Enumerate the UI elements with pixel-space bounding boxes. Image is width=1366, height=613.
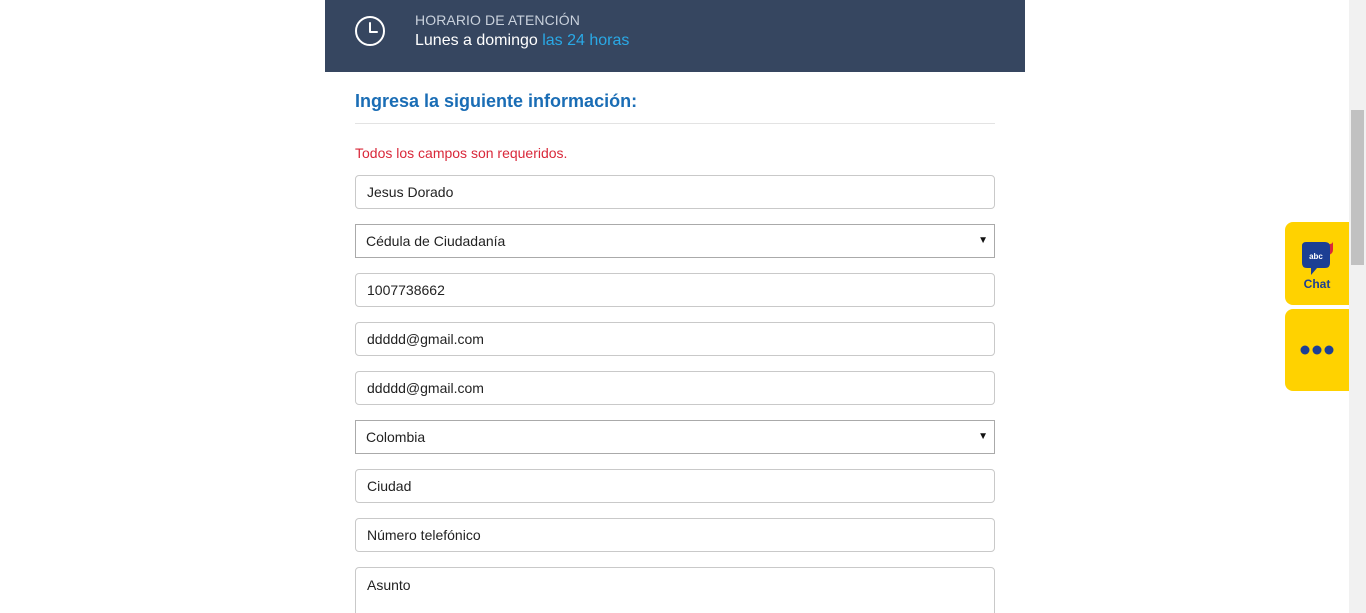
form-title: Ingresa la siguiente información: xyxy=(355,91,638,111)
name-field[interactable]: Jesus Dorado xyxy=(355,175,995,209)
page-scrollbar[interactable] xyxy=(1349,0,1366,613)
hours-schedule: Lunes a domingo las 24 horas xyxy=(415,32,629,50)
email-confirm-field[interactable]: ddddd@gmail.com xyxy=(355,371,995,405)
city-field[interactable]: Ciudad xyxy=(355,469,995,503)
hours-days: Lunes a domingo xyxy=(415,32,538,49)
more-options-button[interactable] xyxy=(1285,309,1349,391)
form-divider xyxy=(355,123,995,124)
hours-title: HORARIO DE ATENCIÓN xyxy=(415,12,580,28)
doc-type-select[interactable]: Cédula de Ciudadanía ▼ xyxy=(355,224,995,258)
country-select[interactable]: Colombia ▼ xyxy=(355,420,995,454)
dropdown-caret-icon: ▼ xyxy=(978,235,988,246)
phone-field[interactable]: Número telefónico xyxy=(355,518,995,552)
hours-time: las 24 horas xyxy=(542,32,630,49)
email-field[interactable]: ddddd@gmail.com xyxy=(355,322,995,356)
dropdown-caret-icon: ▼ xyxy=(978,431,988,442)
required-note: Todos los campos son requeridos. xyxy=(355,145,568,161)
doc-type-selected-value: Cédula de Ciudadanía xyxy=(366,233,506,249)
chat-badge-text: abc xyxy=(1309,252,1323,261)
chat-label: Chat xyxy=(1303,277,1331,291)
doc-number-field[interactable]: 1007738662 xyxy=(355,273,995,307)
subject-textarea[interactable]: Asunto xyxy=(355,567,995,613)
page-scrollbar-thumb[interactable] xyxy=(1351,110,1364,265)
country-selected-value: Colombia xyxy=(366,429,426,445)
chat-bubble-icon: abc xyxy=(1302,238,1333,275)
clock-icon xyxy=(355,16,385,46)
more-dots-icon xyxy=(1300,345,1334,355)
page: HORARIO DE ATENCIÓN Lunes a domingo las … xyxy=(0,0,1366,613)
chat-button[interactable]: abc Chat xyxy=(1285,222,1349,305)
